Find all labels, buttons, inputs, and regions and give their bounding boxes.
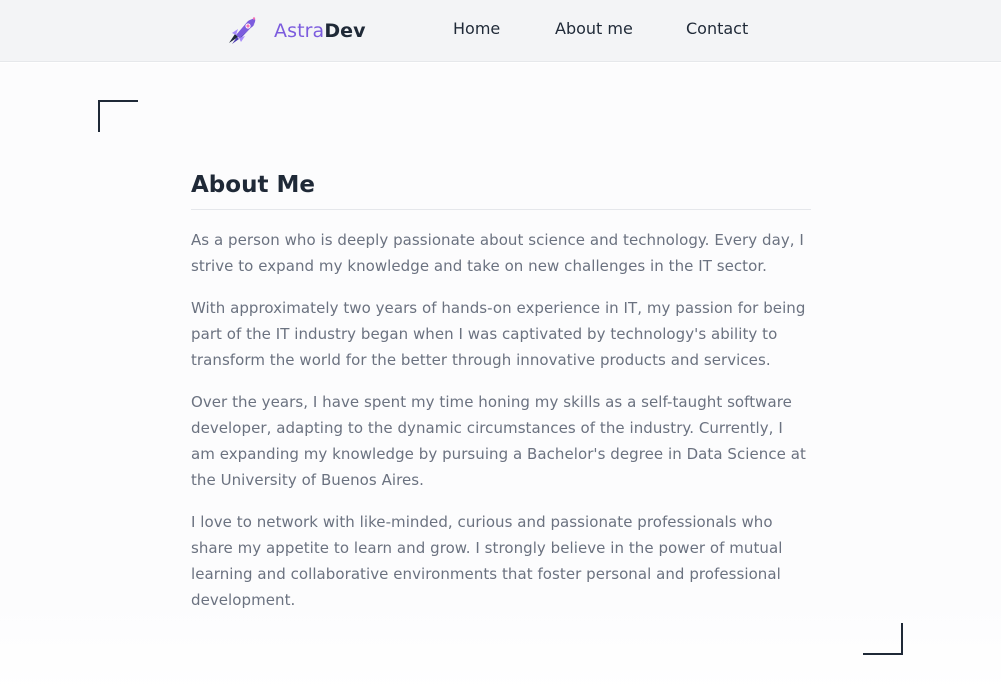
brand-name: AstraDev bbox=[274, 19, 366, 43]
corner-decoration-top-left bbox=[98, 100, 138, 132]
brand-name-strong: Dev bbox=[324, 20, 366, 42]
brand-link[interactable]: AstraDev bbox=[226, 16, 366, 46]
about-content: About Me As a person who is deeply passi… bbox=[191, 170, 811, 629]
about-paragraph-1: As a person who is deeply passionate abo… bbox=[191, 231, 804, 275]
page-title: About Me bbox=[191, 170, 811, 210]
rocket-icon bbox=[226, 16, 258, 46]
brand-name-accent: Astra bbox=[274, 20, 325, 42]
nav-link-contact[interactable]: Contact bbox=[686, 18, 748, 40]
about-paragraph-2: With approximately two years of hands-on… bbox=[191, 299, 806, 369]
nav-link-home[interactable]: Home bbox=[453, 18, 500, 40]
about-paragraph-3: Over the years, I have spent my time hon… bbox=[191, 393, 806, 489]
nav-link-about-me[interactable]: About me bbox=[555, 18, 633, 40]
corner-decoration-bottom-right bbox=[863, 623, 903, 655]
about-paragraph-4: I love to network with like-minded, curi… bbox=[191, 513, 783, 609]
navbar: AstraDev Home About me Contact bbox=[0, 0, 1001, 62]
